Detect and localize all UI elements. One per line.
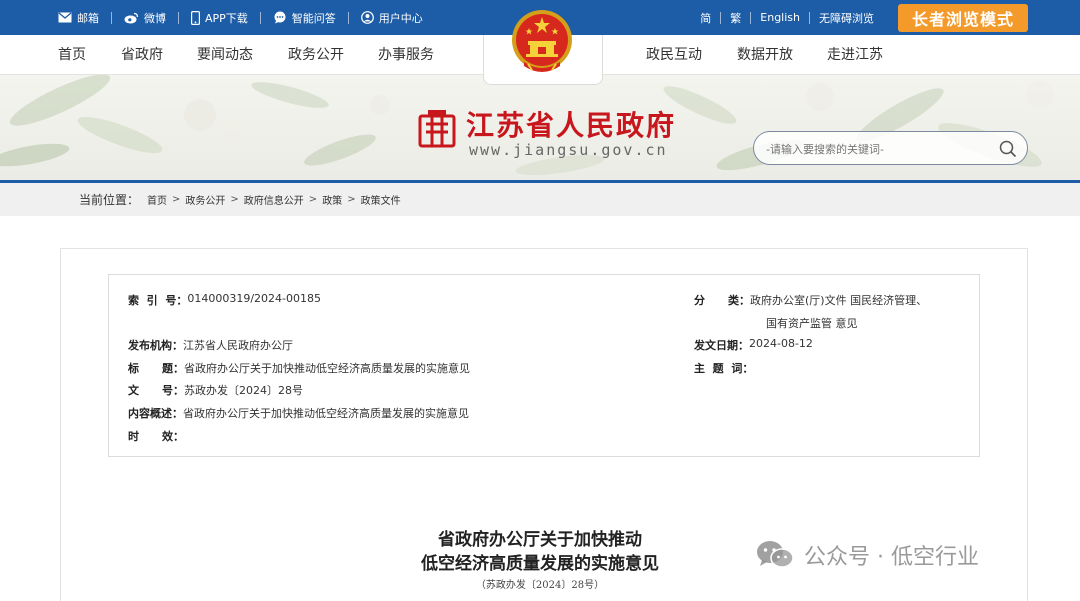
mail-icon [58, 12, 72, 23]
weibo-label: 微博 [144, 11, 166, 25]
breadcrumb-government-affairs[interactable]: 政务公开 [185, 192, 225, 207]
nav-government-affairs[interactable]: 政务公开 [288, 35, 344, 75]
meta-publisher-label: 发布机构： [128, 339, 183, 352]
chevron-right-icon: > [308, 194, 318, 205]
jiangsu-logo-icon[interactable] [418, 110, 456, 150]
meta-category-value: 政府办公室(厅)文件 国民经济管理、 [749, 294, 928, 307]
nav-news[interactable]: 要闻动态 [197, 35, 253, 75]
meta-title: 标 题： 省政府办公厅关于加快推动低空经济高质量发展的实施意见 [128, 360, 470, 376]
weibo-link[interactable]: 微博 [124, 10, 166, 26]
accessibility-link[interactable]: 无障碍浏览 [810, 10, 883, 26]
phone-icon [191, 10, 200, 25]
breadcrumb: 当前位置： 首页 > 政务公开 > 政府信息公开 > 政策 > 政策文件 [79, 183, 401, 216]
user-center-link[interactable]: 用户中心 [360, 10, 423, 26]
site-url: www.jiangsu.gov.cn [469, 141, 668, 159]
chevron-right-icon: > [347, 194, 356, 205]
top-utility-links: 邮箱 微博 APP下载 智能问答 用户中心 [58, 0, 435, 35]
mail-label: 邮箱 [77, 11, 99, 25]
nav-interaction[interactable]: 政民互动 [646, 35, 702, 75]
divider [347, 11, 349, 24]
weibo-icon [124, 12, 139, 23]
meta-category-cont: 国有资产监管 意见 [766, 315, 858, 331]
meta-date: 发文日期： 2024-08-12 [694, 337, 813, 353]
watermark-text: 公众号 · 低空行业 [804, 545, 979, 570]
app-download-label: APP下载 [205, 11, 248, 25]
breadcrumb-bar: 当前位置： 首页 > 政务公开 > 政府信息公开 > 政策 > 政策文件 [0, 183, 1080, 216]
meta-publisher: 发布机构： 江苏省人民政府办公厅 [128, 337, 293, 353]
divider [178, 11, 179, 24]
meta-validity: 时 效： [128, 428, 184, 444]
meta-subject-label: 主 题 词： [694, 362, 754, 375]
chat-icon [274, 11, 286, 24]
meta-index-label: 索 引 号： [128, 294, 188, 307]
breadcrumb-home[interactable]: 首页 [147, 192, 167, 207]
chevron-right-icon: > [172, 194, 181, 205]
language-links: 简 繁 English 无障碍浏览 [691, 0, 883, 35]
meta-validity-label: 时 效： [128, 430, 184, 443]
meta-date-label: 发文日期： [694, 339, 749, 352]
meta-category-value-2: 国有资产监管 意见 [766, 317, 858, 330]
breadcrumb-policy-documents[interactable]: 政策文件 [361, 192, 401, 207]
meta-date-value: 2024-08-12 [749, 337, 813, 350]
meta-docno-value: 苏政办发〔2024〕28号 [183, 384, 303, 397]
smart-qa-link[interactable]: 智能问答 [273, 10, 336, 26]
meta-index-value: 014000319/2024-00185 [187, 292, 321, 305]
chevron-right-icon: > [230, 194, 239, 205]
user-icon [360, 11, 374, 24]
simplified-chinese-link[interactable]: 简 [691, 10, 720, 26]
divider [111, 11, 112, 24]
document-number: （苏政办发〔2024〕28号） [475, 580, 605, 591]
meta-summary: 内容概述： 省政府办公厅关于加快推动低空经济高质量发展的实施意见 [128, 405, 469, 421]
meta-publisher-value: 江苏省人民政府办公厅 [183, 339, 293, 352]
national-emblem-icon[interactable] [510, 8, 574, 78]
nav-home[interactable]: 首页 [58, 35, 86, 75]
meta-summary-label: 内容概述： [128, 407, 183, 420]
app-download-link[interactable]: APP下载 [191, 10, 248, 26]
meta-title-label: 标 题： [128, 362, 184, 375]
meta-subject: 主 题 词： [694, 360, 753, 376]
meta-index: 索 引 号： 014000319/2024-00185 [128, 292, 321, 308]
elder-mode-button[interactable]: 长者浏览模式 [898, 4, 1028, 32]
english-link[interactable]: English [751, 11, 809, 24]
search-box [753, 131, 1028, 165]
wechat-icon [757, 541, 794, 568]
meta-docno-label: 文 号： [128, 384, 184, 397]
search-input[interactable] [766, 139, 991, 159]
meta-title-value: 省政府办公厅关于加快推动低空经济高质量发展的实施意见 [183, 362, 470, 375]
breadcrumb-policy[interactable]: 政策 [322, 192, 342, 207]
divider [259, 11, 261, 24]
nav-about-jiangsu[interactable]: 走进江苏 [827, 35, 883, 75]
meta-category-label: 分 类： [694, 294, 750, 307]
meta-category: 分 类： 政府办公室(厅)文件 国民经济管理、 [694, 292, 927, 308]
smart-qa-label: 智能问答 [291, 11, 336, 25]
nav-open-data[interactable]: 数据开放 [737, 35, 793, 75]
search-icon[interactable] [999, 140, 1017, 158]
meta-summary-value: 省政府办公厅关于加快推动低空经济高质量发展的实施意见 [183, 407, 469, 420]
breadcrumb-lead: 当前位置： [79, 193, 140, 207]
user-center-label: 用户中心 [378, 11, 423, 25]
nav-provincial-government[interactable]: 省政府 [121, 35, 163, 75]
wechat-watermark: 公众号 · 低空行业 [756, 539, 979, 571]
site-title[interactable]: 江苏省人民政府 [466, 104, 676, 144]
mail-link[interactable]: 邮箱 [58, 10, 99, 26]
traditional-chinese-link[interactable]: 繁 [721, 10, 750, 26]
meta-docno: 文 号： 苏政办发〔2024〕28号 [128, 382, 303, 398]
breadcrumb-info-disclosure[interactable]: 政府信息公开 [244, 192, 304, 207]
nav-services[interactable]: 办事服务 [378, 35, 434, 75]
